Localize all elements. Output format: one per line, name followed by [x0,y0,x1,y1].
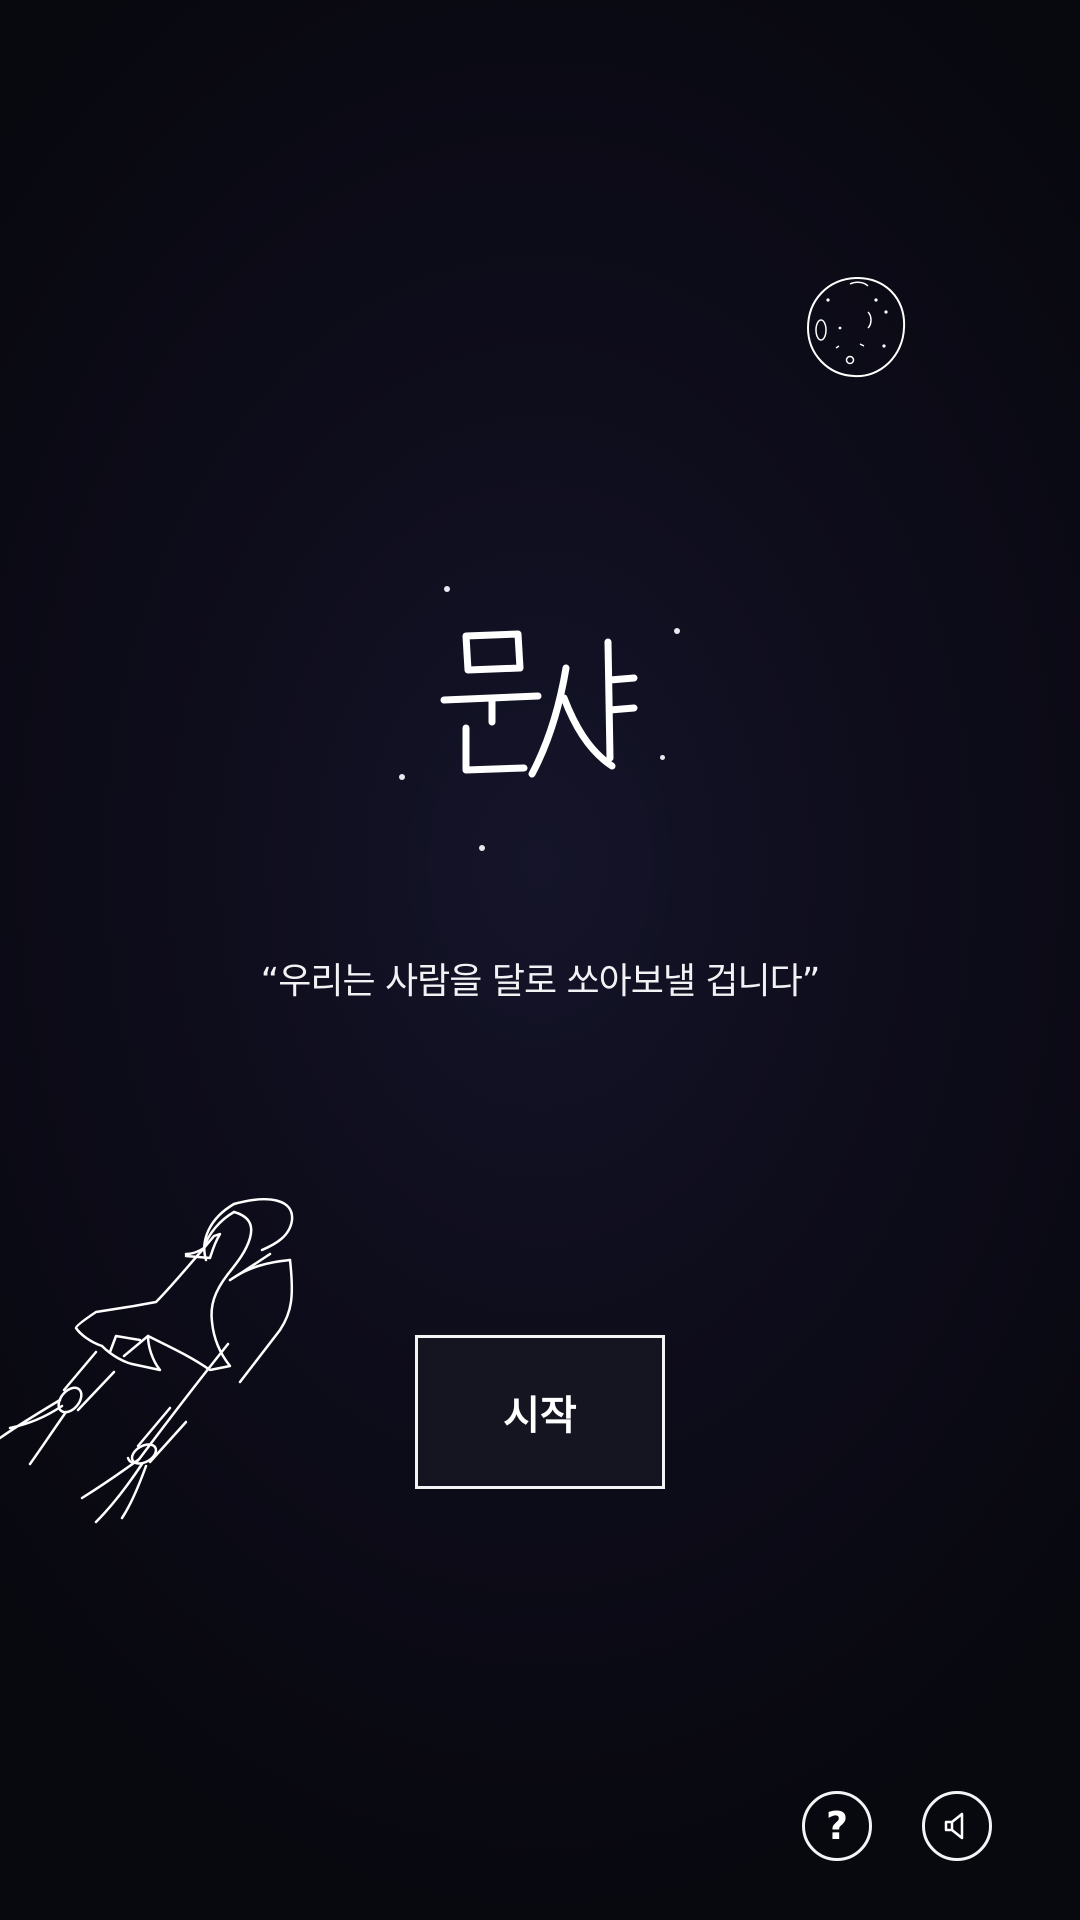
star [479,845,485,851]
start-button[interactable]: 시작 [415,1335,665,1489]
star [660,755,665,760]
moon-icon [806,276,906,378]
sound-button[interactable] [922,1791,992,1861]
title-screen: “우리는 사람을 달로 쏘아보낼 겁니다” 시작 ? [0,0,1080,1920]
star [674,628,680,634]
tagline: “우리는 사람을 달로 쏘아보낼 겁니다” [260,961,821,1002]
help-button[interactable]: ? [802,1791,872,1861]
star [444,586,450,592]
star [399,774,405,780]
game-logo [440,630,638,778]
speaker-icon [944,1812,964,1840]
help-icon: ? [825,1804,849,1848]
space-shuttle-icon [0,1198,294,1524]
